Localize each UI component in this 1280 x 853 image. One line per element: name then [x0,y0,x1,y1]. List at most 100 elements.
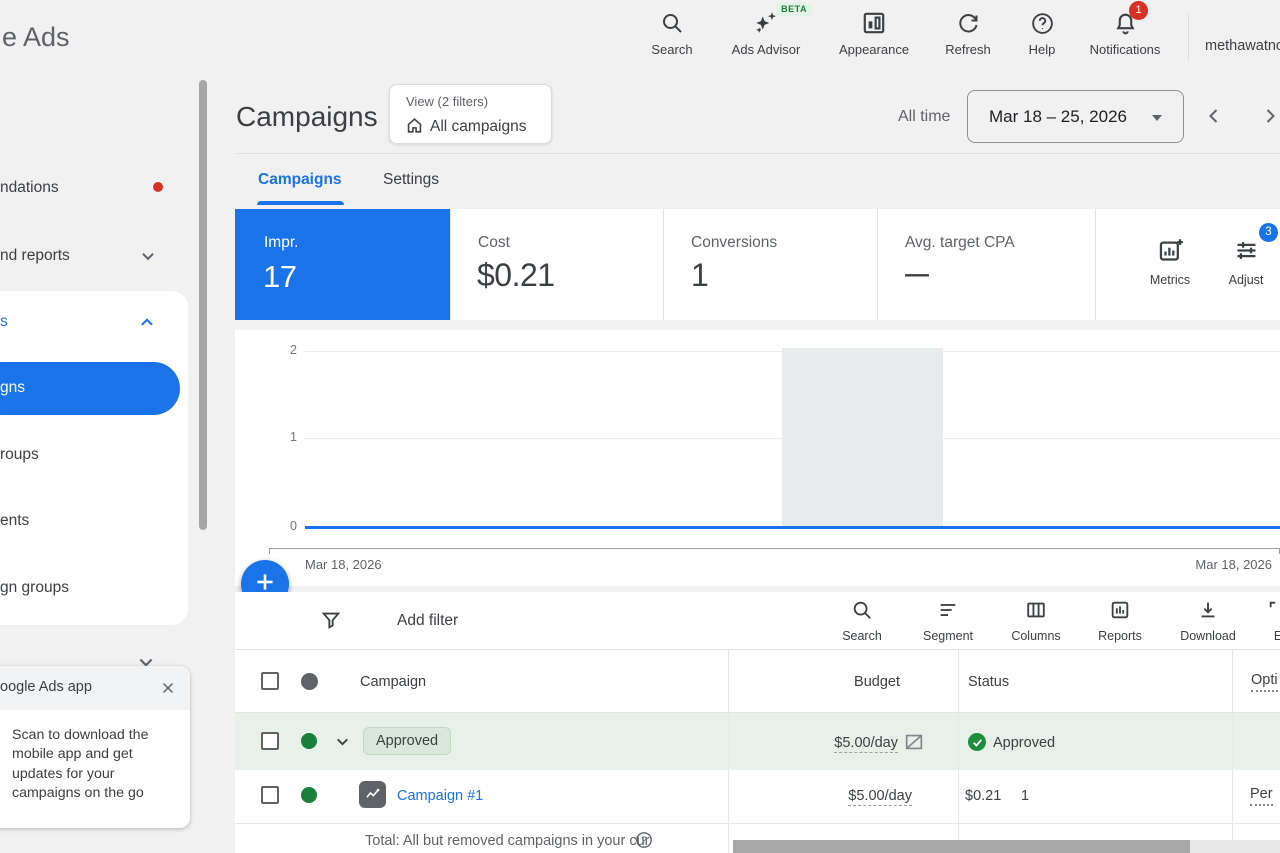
sidebar-item-recommendations[interactable]: ndations [0,179,59,197]
view-selector[interactable]: View (2 filters) All campaigns [389,84,552,144]
column-optimization[interactable]: Opti [1251,672,1278,692]
promo-card-title: oogle Ads app [0,679,92,695]
beta-badge: BETA [776,2,812,16]
caret-down-icon [1152,115,1162,121]
chart-scroll-axis[interactable] [269,548,1280,549]
bell-icon [1077,8,1173,38]
view-selector-label: View (2 filters) [406,94,488,109]
recommendations-alert-dot [153,182,163,192]
y-tick-0: 0 [275,519,297,533]
scorecard-impressions[interactable]: Impr. 17 [235,209,450,320]
nav-ads-advisor[interactable]: BETA Ads Advisor [718,8,814,57]
expand-icon [1267,608,1280,625]
tab-settings[interactable]: Settings [383,171,439,189]
row1-budget[interactable]: $5.00/day [698,735,898,751]
adjust-sliders-icon [1233,251,1260,268]
sidebar-item-ents[interactable]: ents [0,512,29,530]
close-icon[interactable] [159,679,177,702]
nav-search[interactable]: Search [624,8,720,57]
question-circle-icon[interactable]: ? [635,831,653,853]
sidebar-item-campaigns-label: gns [0,379,25,397]
x-label-left: Mar 18, 2026 [305,557,382,572]
chevron-down-icon[interactable] [334,733,351,755]
row1-status: Approved [993,735,1055,751]
reports-button[interactable]: Reports [1082,599,1158,643]
chart-zero-line [305,526,1280,529]
metrics-button[interactable]: Metrics [1135,237,1205,287]
date-range-value: Mar 18 – 25, 2026 [989,107,1127,127]
select-all-checkbox[interactable] [261,672,279,690]
sidebar-item-reports[interactable]: nd reports [0,247,70,265]
campaign-name-link[interactable]: Campaign #1 [397,788,483,804]
row1-checkbox[interactable] [261,732,279,750]
approved-filter-chip[interactable]: Approved [363,727,451,755]
check-circle-icon [968,733,986,751]
table-search-button[interactable]: Search [824,599,900,643]
google-ads-logo: e Ads [2,22,70,53]
nav-appearance[interactable]: Appearance [826,8,922,57]
promo-card-body: Scan to download the mobile app and get … [12,726,174,804]
tab-campaigns[interactable]: Campaigns [258,171,342,189]
sidebar-scrollbar[interactable] [199,80,207,530]
table-row[interactable]: Campaign #1 $5.00/day $0.21 1 Per [235,770,1280,824]
adjust-count-badge: 3 [1259,223,1278,242]
download-button[interactable]: Download [1170,599,1246,643]
y-tick-2: 2 [275,343,297,357]
date-prev-button[interactable] [1202,104,1226,133]
filter-funnel-icon[interactable] [320,609,342,636]
sidebar-item-ad-groups[interactable]: roups [0,446,39,464]
header-divider [1188,14,1189,60]
expand-button[interactable]: E [1240,599,1280,643]
table-header-row: Campaign Budget Status Opti [235,650,1280,713]
home-icon [405,116,424,140]
notification-badge: 1 [1129,1,1148,20]
total-note: Total: All but removed campaigns in your… [365,833,650,849]
download-icon [1197,608,1219,625]
appearance-icon [826,8,922,38]
performance-chart[interactable]: 2 1 0 Mar 18, 2026 Mar 18, 2026 [235,330,1280,586]
scorecard-cost[interactable]: Cost $0.21 [450,209,663,320]
sidebar-group-campaigns[interactable]: s [0,313,8,331]
chevron-up-icon[interactable] [138,313,156,336]
sidebar-item-campaign-groups[interactable]: gn groups [0,579,69,597]
nav-help[interactable]: Help [994,8,1090,57]
metrics-icon [1157,251,1184,268]
google-ads-app: e Ads Search BETA Ads Advisor Appearance… [0,0,1280,853]
hscroll-thumb[interactable] [733,840,1190,853]
table-row[interactable]: Approved $5.00/day Approved [235,713,1280,770]
status-dot-header[interactable] [301,673,318,690]
column-status[interactable]: Status [968,674,1009,690]
campaign-table-card: Add filter Search Segment Columns [235,592,1280,853]
add-filter-button[interactable]: Add filter [397,612,458,630]
view-selector-value: All campaigns [430,118,527,136]
account-name[interactable]: methawatno [1205,38,1280,54]
column-budget[interactable]: Budget [800,674,900,690]
scorecard-conversions[interactable]: Conversions 1 [663,209,877,320]
hscroll-track[interactable] [1190,840,1280,853]
chart-highlight-band [782,348,943,526]
search-icon [851,608,873,625]
row2-cost: $0.21 [965,788,1001,804]
adjust-button[interactable]: Adjust [1211,237,1280,287]
mobile-app-promo-card: oogle Ads app Scan to download the mobil… [0,666,190,828]
help-icon [994,8,1090,38]
chevron-down-icon[interactable] [139,247,157,270]
gridline-1 [305,438,1280,439]
row2-conversions: 1 [1021,788,1029,804]
active-tab-underline [257,201,344,205]
crossed-square-icon [903,731,925,758]
date-range-picker[interactable]: Mar 18 – 25, 2026 [967,90,1184,143]
svg-text:?: ? [641,836,647,847]
nav-notifications[interactable]: 1 Notifications [1077,8,1173,57]
row2-checkbox[interactable] [261,786,279,804]
column-campaign[interactable]: Campaign [360,674,426,690]
segment-button[interactable]: Segment [910,599,986,643]
time-preset-label: All time [898,108,950,126]
scorecard-avg-target-cpa[interactable]: Avg. target CPA — [877,209,1095,320]
columns-button[interactable]: Columns [998,599,1074,643]
row2-budget[interactable]: $5.00/day [712,788,912,804]
sidebar-item-campaigns-selected[interactable]: gns [0,362,180,415]
date-next-button[interactable] [1258,104,1280,133]
row2-optimization[interactable]: Per [1250,786,1273,806]
line-chart-thumbnail-icon[interactable] [359,781,386,808]
